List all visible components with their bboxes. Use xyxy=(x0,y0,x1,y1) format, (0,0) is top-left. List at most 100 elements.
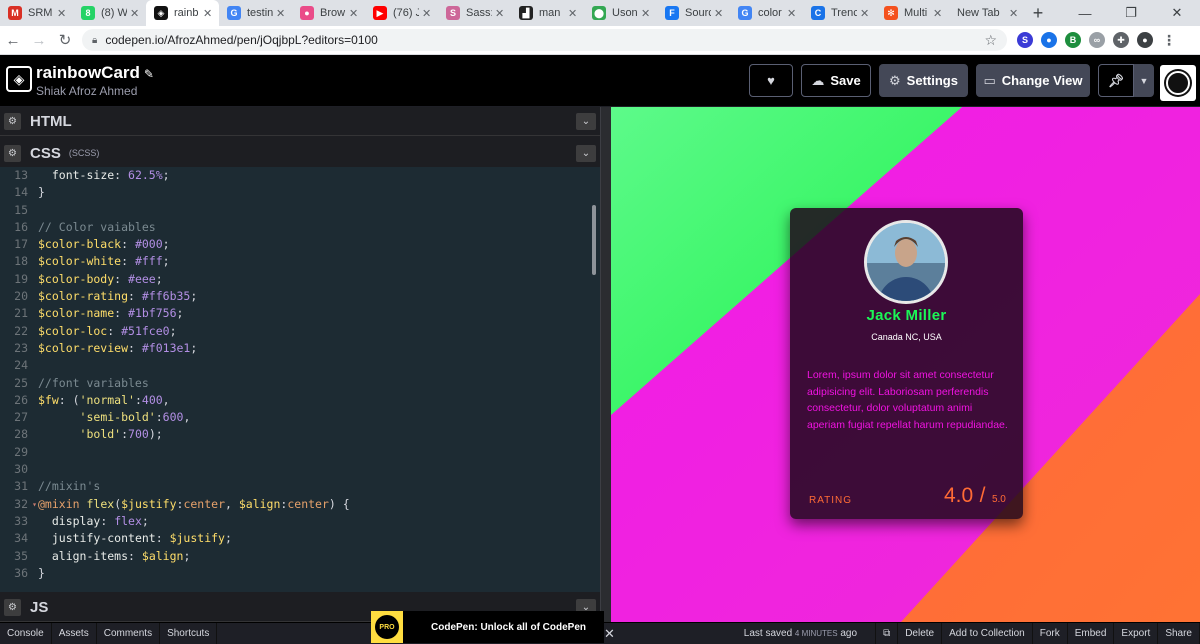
code-line[interactable]: 19 $color-body: #eee; xyxy=(0,271,602,288)
menu-icon[interactable]: ⋮ xyxy=(1161,32,1177,48)
browser-tab[interactable]: New Tab ✕ xyxy=(949,0,1025,26)
code-line[interactable]: 31 //mixin's xyxy=(0,478,602,495)
pen-author[interactable]: Shiak Afroz Ahmed xyxy=(36,84,137,98)
css-settings-gear-icon[interactable]: ⚙ xyxy=(4,144,21,162)
footer-button-delete[interactable]: Delete xyxy=(898,623,943,644)
user-avatar[interactable] xyxy=(1160,65,1196,101)
codepen-logo-icon[interactable]: ◈ xyxy=(6,66,32,92)
close-tab-icon[interactable]: ✕ xyxy=(787,7,797,20)
extension-icon[interactable]: ∞ xyxy=(1089,32,1105,48)
fold-arrow-icon[interactable]: ▾ xyxy=(32,496,37,513)
change-view-button[interactable]: ▭ Change View xyxy=(976,64,1090,97)
close-tab-icon[interactable]: ✕ xyxy=(203,7,213,20)
close-tab-icon[interactable]: ✕ xyxy=(495,7,505,20)
browser-tab[interactable]: M SRM ✕ xyxy=(0,0,73,26)
editor-scrollbar[interactable] xyxy=(592,205,596,275)
footer-button-console[interactable]: Console xyxy=(0,622,52,644)
extension-icon[interactable]: S xyxy=(1017,32,1033,48)
close-tab-icon[interactable]: ✕ xyxy=(349,7,359,20)
minimize-icon[interactable]: — xyxy=(1062,0,1108,26)
profile-icon[interactable]: ● xyxy=(1137,32,1153,48)
browser-tab[interactable]: 8 (8) W ✕ xyxy=(73,0,146,26)
code-line[interactable]: 28 'bold':700); xyxy=(0,426,602,443)
browser-tab[interactable]: ⬤ Uson ✕ xyxy=(584,0,657,26)
save-button[interactable]: ☁ Save xyxy=(801,64,871,97)
puzzle-icon[interactable]: ✚ xyxy=(1113,32,1129,48)
footer-button-share[interactable]: Share xyxy=(1158,623,1200,644)
bookmark-star-icon[interactable]: ☆ xyxy=(984,32,997,49)
close-window-icon[interactable]: ✕ xyxy=(1154,0,1200,26)
open-external-icon[interactable]: ⧉ xyxy=(875,623,899,644)
css-code-editor[interactable]: 13 font-size: 62.5%; 14} 15 16// Color vaia… xyxy=(0,167,602,592)
footer-button-fork[interactable]: Fork xyxy=(1033,623,1068,644)
code-line[interactable]: 24 xyxy=(0,357,602,374)
code-line[interactable]: 34 justify-content: $justify; xyxy=(0,530,602,547)
close-tab-icon[interactable]: ✕ xyxy=(276,7,286,20)
code-line[interactable]: 26 $fw: ('normal':400, xyxy=(0,392,602,409)
code-line[interactable]: 18 $color-white: #fff; xyxy=(0,253,602,270)
js-settings-gear-icon[interactable]: ⚙ xyxy=(4,598,21,616)
browser-tab[interactable]: ✻ Multi ✕ xyxy=(876,0,949,26)
pin-dropdown-button[interactable]: ▼ xyxy=(1134,64,1154,97)
browser-tab[interactable]: ▶ (76) J ✕ xyxy=(365,0,438,26)
browser-tab[interactable]: F Sourc ✕ xyxy=(657,0,730,26)
close-tab-icon[interactable]: ✕ xyxy=(933,7,943,20)
html-collapse-chevron-icon[interactable]: ⌄ xyxy=(576,112,596,130)
new-tab-button[interactable]: + xyxy=(1025,0,1051,26)
code-line[interactable]: 35 align-items: $align; xyxy=(0,548,602,565)
footer-button-assets[interactable]: Assets xyxy=(52,622,97,644)
close-tab-icon[interactable]: ✕ xyxy=(568,7,578,20)
back-icon[interactable]: ← xyxy=(0,27,26,53)
code-line[interactable]: 17 $color-black: #000; xyxy=(0,236,602,253)
pane-resizer[interactable] xyxy=(600,107,611,622)
browser-tab[interactable]: ● Brow ✕ xyxy=(292,0,365,26)
footer-button-export[interactable]: Export xyxy=(1114,623,1159,644)
pencil-icon[interactable]: ✎ xyxy=(144,67,154,81)
promo-close-icon[interactable]: ✕ xyxy=(604,626,615,642)
browser-tab[interactable]: Gtestin ✕ xyxy=(219,0,292,26)
browser-tab[interactable]: S Sass: ✕ xyxy=(438,0,511,26)
pen-title[interactable]: rainbowCard ✎ xyxy=(36,63,154,83)
code-line[interactable]: 30 xyxy=(0,461,602,478)
code-line[interactable]: 16 // Color vaiables xyxy=(0,219,602,236)
close-tab-icon[interactable]: ✕ xyxy=(422,7,432,20)
browser-tab[interactable]: ◈ rainb ✕ xyxy=(146,0,219,26)
code-line[interactable]: 27 'semi-bold':600, xyxy=(0,409,602,426)
css-panel-header[interactable]: ⚙ CSS (SCSS) ⌄ xyxy=(0,139,602,168)
forward-icon[interactable]: → xyxy=(26,27,52,53)
close-tab-icon[interactable]: ✕ xyxy=(1009,7,1019,20)
browser-tab[interactable]: ▟ man ✕ xyxy=(511,0,584,26)
pin-button[interactable]: 📌︎ xyxy=(1098,64,1134,97)
footer-button-add-to-collection[interactable]: Add to Collection xyxy=(942,623,1033,644)
code-line[interactable]: 32 ▾ @mixin flex($justify:center, $align:c… xyxy=(0,496,602,513)
code-line[interactable]: 33 display: flex; xyxy=(0,513,602,530)
code-line[interactable]: 20 $color-rating: #ff6b35; xyxy=(0,288,602,305)
code-line[interactable]: 29 xyxy=(0,444,602,461)
url-field[interactable]: 🔒︎ codepen.io/AfrozAhmed/pen/jOqjbpL?edi… xyxy=(82,29,1007,51)
code-line[interactable]: 23 $color-review: #f013e1; xyxy=(0,340,602,357)
html-panel-header[interactable]: ⚙ HTML ⌄ xyxy=(0,107,602,136)
code-line[interactable]: 15 xyxy=(0,202,602,219)
code-line[interactable]: 25 //font variables xyxy=(0,375,602,392)
maximize-icon[interactable]: ❐ xyxy=(1108,0,1154,26)
html-settings-gear-icon[interactable]: ⚙ xyxy=(4,112,21,130)
footer-button-embed[interactable]: Embed xyxy=(1068,623,1115,644)
close-tab-icon[interactable]: ✕ xyxy=(57,7,67,20)
reload-icon[interactable]: ↻ xyxy=(52,27,78,53)
code-line[interactable]: 14} xyxy=(0,184,602,201)
browser-tab[interactable]: C Trenc ✕ xyxy=(803,0,876,26)
close-tab-icon[interactable]: ✕ xyxy=(860,7,870,20)
extension-icon[interactable]: B xyxy=(1065,32,1081,48)
code-line[interactable]: 21 $color-name: #1bf756; xyxy=(0,305,602,322)
close-tab-icon[interactable]: ✕ xyxy=(714,7,724,20)
code-line[interactable]: 13 font-size: 62.5%; xyxy=(0,167,602,184)
code-line[interactable]: 36} xyxy=(0,565,602,582)
footer-button-shortcuts[interactable]: Shortcuts xyxy=(160,622,218,644)
close-tab-icon[interactable]: ✕ xyxy=(641,7,651,20)
pro-promo-banner[interactable]: PRO CodePen: Unlock all of CodePen xyxy=(371,611,604,643)
close-tab-icon[interactable]: ✕ xyxy=(130,7,140,20)
footer-button-comments[interactable]: Comments xyxy=(97,622,161,644)
browser-tab[interactable]: Gcolor ✕ xyxy=(730,0,803,26)
settings-button[interactable]: ⚙ Settings xyxy=(879,64,968,97)
css-collapse-chevron-icon[interactable]: ⌄ xyxy=(576,144,596,162)
